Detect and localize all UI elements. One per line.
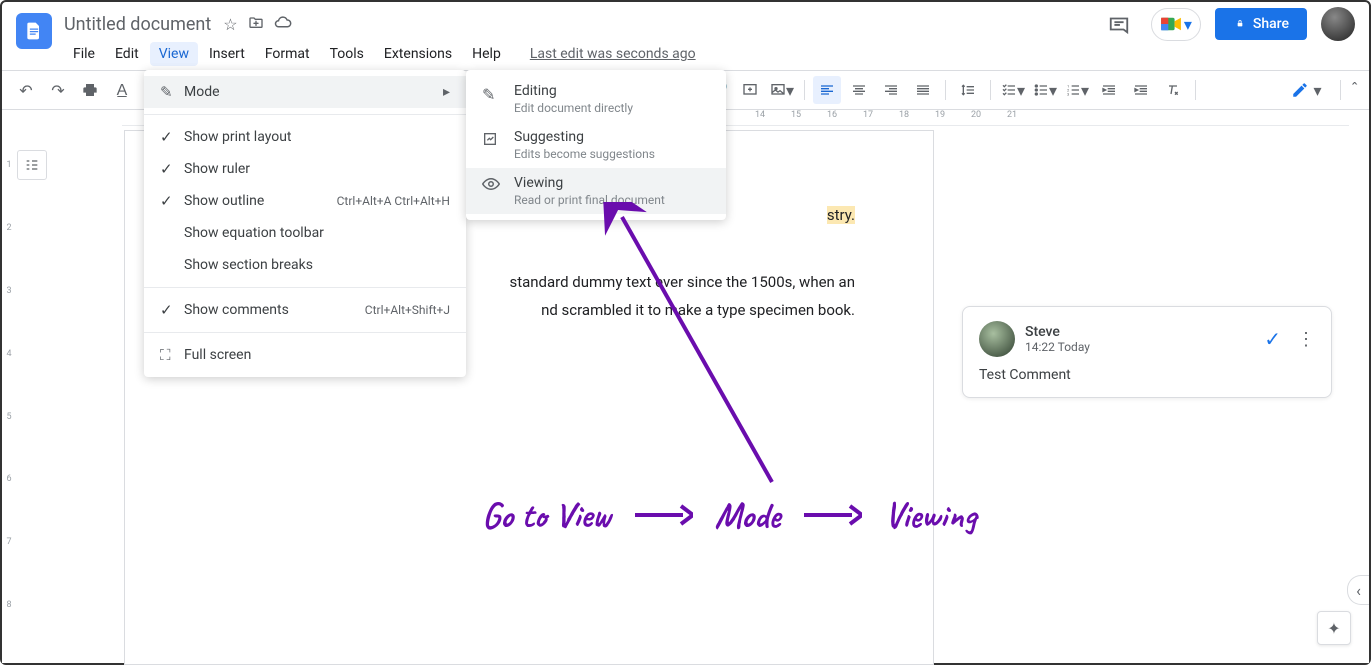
comment-body-text: Test Comment [979, 367, 1315, 383]
view-menu-section-breaks[interactable]: Show section breaks [144, 249, 466, 281]
menu-help[interactable]: Help [463, 42, 510, 66]
share-button[interactable]: Share [1215, 8, 1307, 40]
titlebar: Untitled document ☆ ▾ Share [2, 2, 1369, 38]
star-icon[interactable]: ☆ [223, 15, 237, 34]
side-panel-toggle[interactable]: ‹ [1347, 575, 1369, 605]
check-icon: ✓ [160, 192, 184, 210]
view-menu-mode[interactable]: ✎ Mode ▸ [144, 76, 466, 108]
redo-button[interactable]: ↷ [44, 76, 72, 104]
suggesting-icon [482, 129, 502, 161]
view-menu-comments[interactable]: ✓ Show comments Ctrl+Alt+Shift+J [144, 294, 466, 326]
mode-submenu: ✎ Editing Edit document directly Suggest… [466, 70, 726, 220]
view-dropdown-menu: ✎ Mode ▸ ✓ Show print layout ✓ Show rule… [144, 70, 466, 377]
mode-editing[interactable]: ✎ Editing Edit document directly [466, 76, 726, 122]
check-icon: ✓ [160, 160, 184, 178]
editing-mode-toolbar-button[interactable]: ▾ [1281, 77, 1331, 104]
view-menu-fullscreen[interactable]: ⛶ Full screen [144, 339, 466, 371]
mode-viewing[interactable]: Viewing Read or print final document [466, 168, 726, 214]
comment-author-avatar [979, 321, 1015, 357]
docs-logo[interactable] [16, 13, 52, 49]
menu-format[interactable]: Format [256, 42, 319, 66]
menu-tools[interactable]: Tools [321, 42, 373, 66]
align-center-button[interactable] [845, 76, 873, 104]
highlighted-text[interactable]: stry. [827, 206, 855, 224]
pencil-icon: ✎ [160, 83, 184, 101]
last-edit-link[interactable]: Last edit was seconds ago [530, 46, 696, 62]
numbered-list-button[interactable]: 123▾ [1063, 76, 1091, 104]
spellcheck-button[interactable]: A̲ [108, 76, 136, 104]
menu-view[interactable]: View [150, 42, 198, 66]
menu-file[interactable]: File [64, 42, 104, 66]
view-menu-ruler[interactable]: ✓ Show ruler [144, 153, 466, 185]
account-avatar[interactable] [1321, 7, 1355, 41]
check-icon: ✓ [160, 301, 184, 319]
comment-timestamp: 14:22 Today [1025, 340, 1254, 354]
cloud-status-icon[interactable] [274, 15, 292, 34]
share-button-label: Share [1253, 16, 1289, 32]
view-menu-equation-toolbar[interactable]: Show equation toolbar [144, 217, 466, 249]
check-icon: ✓ [160, 128, 184, 146]
svg-text:3: 3 [1067, 91, 1069, 96]
menu-insert[interactable]: Insert [200, 42, 254, 66]
line-spacing-button[interactable] [954, 76, 982, 104]
menu-edit[interactable]: Edit [106, 42, 148, 66]
outline-toggle-button[interactable] [17, 150, 47, 180]
mode-suggesting[interactable]: Suggesting Edits become suggestions [466, 122, 726, 168]
resolve-comment-button[interactable]: ✓ [1264, 327, 1281, 351]
bullet-list-button[interactable]: ▾ [1031, 76, 1059, 104]
view-menu-outline[interactable]: ✓ Show outline Ctrl+Alt+A Ctrl+Alt+H [144, 185, 466, 217]
align-left-button[interactable] [813, 76, 841, 104]
clear-formatting-button[interactable] [1159, 76, 1187, 104]
move-icon[interactable] [248, 14, 264, 34]
open-comment-history-button[interactable] [1101, 6, 1137, 42]
add-comment-button[interactable] [736, 76, 764, 104]
align-right-button[interactable] [877, 76, 905, 104]
chevron-right-icon: ▸ [443, 84, 450, 100]
pencil-icon: ✎ [482, 83, 502, 115]
undo-button[interactable]: ↶ [12, 76, 40, 104]
checklist-button[interactable]: ▾ [999, 76, 1027, 104]
align-justify-button[interactable] [909, 76, 937, 104]
fullscreen-icon: ⛶ [160, 346, 184, 364]
comment-more-icon[interactable]: ⋮ [1297, 329, 1315, 350]
collapse-toolbar-button[interactable]: ˆ [1351, 80, 1359, 101]
comment-card[interactable]: Steve 14:22 Today ✓ ⋮ Test Comment [962, 306, 1332, 398]
print-button[interactable] [76, 76, 104, 104]
decrease-indent-button[interactable] [1095, 76, 1123, 104]
insert-image-button[interactable]: ▾ [768, 76, 796, 104]
vertical-ruler: 12345678 [2, 110, 16, 663]
comment-author-name: Steve [1025, 324, 1254, 340]
explore-button[interactable]: ✦ [1317, 611, 1351, 645]
document-title[interactable]: Untitled document [64, 14, 211, 35]
menubar: File Edit View Insert Format Tools Exten… [2, 38, 1369, 70]
menu-extensions[interactable]: Extensions [375, 42, 461, 66]
increase-indent-button[interactable] [1127, 76, 1155, 104]
meet-button[interactable]: ▾ [1151, 8, 1201, 41]
eye-icon [482, 175, 502, 207]
view-menu-print-layout[interactable]: ✓ Show print layout [144, 121, 466, 153]
